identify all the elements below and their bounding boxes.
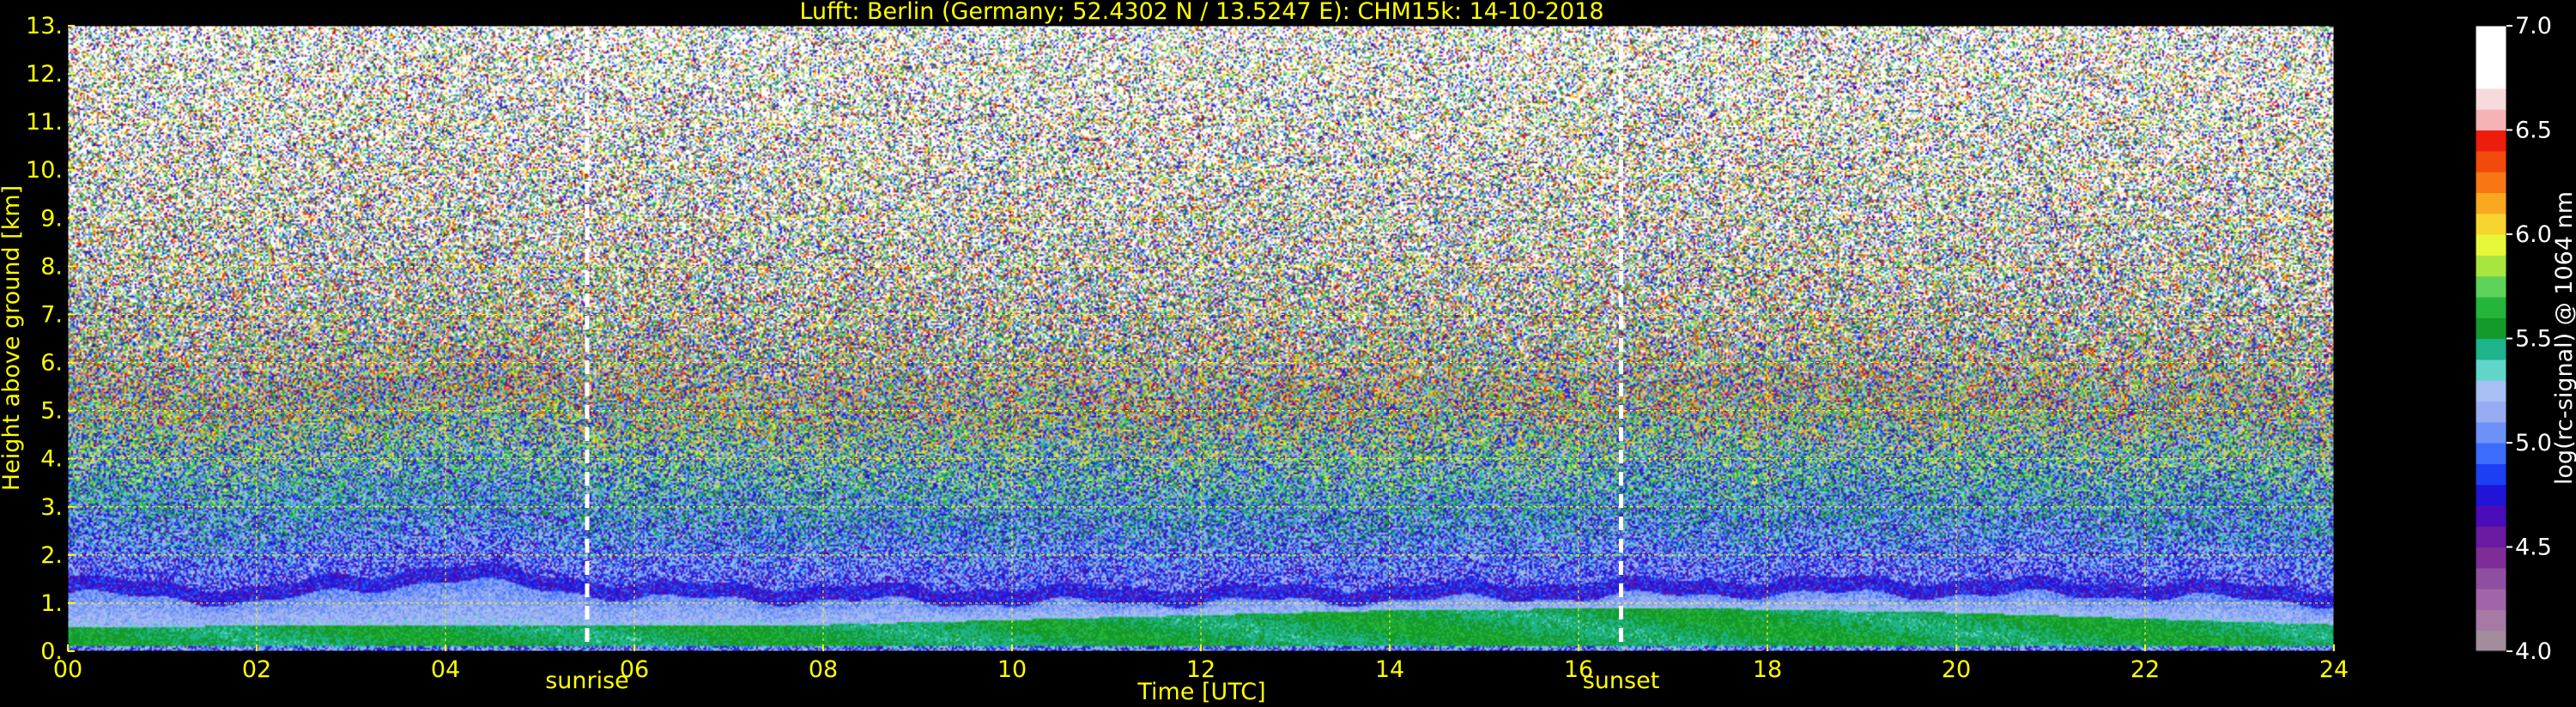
colorbar-swatch [2476, 317, 2506, 340]
colorbar-tick-label: 4.0 [2515, 638, 2552, 665]
colorbar-tick-label: 6.0 [2515, 221, 2552, 248]
colorbar-swatch [2476, 26, 2506, 47]
colorbar-swatch [2476, 67, 2506, 89]
y-tick-label: 13. [26, 13, 63, 39]
colorbar-tick-label: 7.0 [2515, 13, 2552, 39]
colorbar-swatch [2476, 338, 2506, 360]
colorbar-swatch [2476, 443, 2506, 464]
x-axis-label: Time [UTC] [1136, 679, 1265, 705]
colorbar-tick-label: 6.5 [2515, 118, 2552, 144]
colorbar-swatch [2476, 130, 2506, 152]
x-tick-label: 18 [1753, 656, 1782, 683]
x-tick-label: 22 [2131, 656, 2160, 683]
y-tick-label: 5. [40, 398, 63, 425]
sunrise-label: sunrise [545, 668, 629, 694]
y-tick-label: 0. [40, 638, 63, 665]
y-tick-label: 10. [26, 157, 63, 184]
colorbar-swatch [2476, 463, 2506, 486]
colorbar-swatches [2475, 25, 2507, 652]
colorbar-swatch [2476, 505, 2506, 527]
colorbar-swatch [2476, 255, 2506, 277]
x-tick-label: 10 [997, 656, 1027, 683]
colorbar-swatch [2476, 630, 2506, 652]
x-tick-label: 20 [1942, 656, 1971, 683]
colorbar-swatch [2476, 296, 2506, 318]
chart-figure: Lufft: Berlin (Germany; 52.4302 N / 13.5… [0, 0, 2576, 707]
colorbar-swatch [2476, 213, 2506, 235]
y-tick-label: 7. [40, 301, 63, 328]
x-tick-label: 24 [2319, 656, 2349, 683]
x-tick-label: 14 [1375, 656, 1404, 683]
colorbar-swatch [2476, 109, 2506, 131]
x-tick-label: 02 [242, 656, 271, 683]
y-tick-label: 9. [40, 205, 63, 232]
y-tick-label: 2. [40, 542, 63, 569]
y-tick-label: 1. [40, 590, 63, 617]
colorbar-swatch [2476, 380, 2506, 402]
colorbar-label: log(rc-signal) @ 1064 nm [2551, 191, 2576, 485]
colorbar-swatch [2476, 526, 2506, 548]
plot-area [67, 25, 2335, 652]
colorbar-tick-label: 4.5 [2515, 535, 2552, 561]
colorbar-swatch [2476, 547, 2506, 569]
colorbar-swatch [2476, 359, 2506, 381]
colorbar-swatch [2476, 172, 2506, 193]
y-tick-label: 6. [40, 350, 63, 377]
x-tick-label: 04 [431, 656, 460, 683]
y-tick-label: 3. [40, 494, 63, 521]
colorbar-swatch [2476, 192, 2506, 215]
colorbar-swatch [2476, 421, 2506, 444]
y-tick-label: 11. [26, 109, 63, 136]
y-tick-label: 4. [40, 446, 63, 473]
colorbar-swatch [2476, 589, 2506, 610]
y-tick-label: 12. [26, 61, 63, 88]
colorbar-tick-label: 5.0 [2515, 430, 2552, 456]
y-tick-label: 8. [40, 253, 63, 280]
colorbar-swatch [2476, 401, 2506, 423]
x-tick-label: 08 [809, 656, 838, 683]
colorbar-swatch [2476, 567, 2506, 589]
colorbar-swatch [2476, 484, 2506, 506]
colorbar-swatch [2476, 88, 2506, 110]
colorbar-tick-label: 5.5 [2515, 326, 2552, 353]
colorbar-swatch [2476, 609, 2506, 631]
sunset-label: sunset [1583, 668, 1660, 694]
colorbar-swatch [2476, 46, 2506, 69]
colorbar-swatch [2476, 234, 2506, 256]
colorbar-swatch [2476, 275, 2506, 298]
colorbar-swatch [2476, 150, 2506, 172]
y-axis-label: Height above ground [km] [0, 185, 25, 491]
chart-title: Lufft: Berlin (Germany; 52.4302 N / 13.5… [799, 0, 1603, 25]
